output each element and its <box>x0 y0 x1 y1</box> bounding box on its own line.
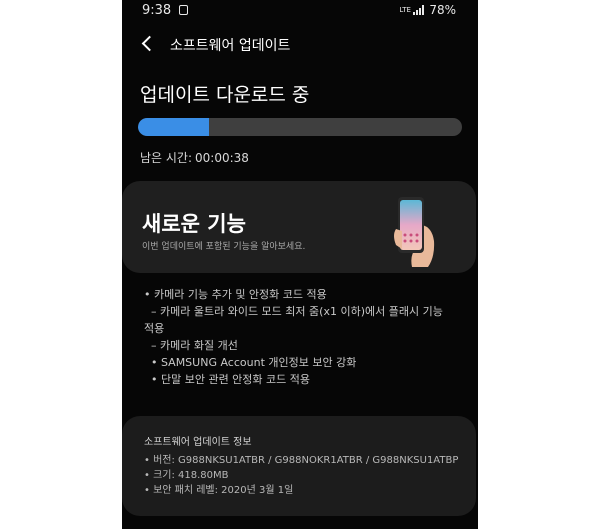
release-notes: • 카메라 기능 추가 및 안정화 코드 적용 – 카메라 울트라 와이드 모드… <box>144 286 464 388</box>
remaining-time: 남은 시간: 00:00:38 <box>140 149 252 166</box>
back-button[interactable] <box>140 34 156 54</box>
download-progress-fill <box>138 118 210 136</box>
software-size: • 크기: 418.80MB <box>144 470 229 481</box>
software-info-title: 소프트웨어 업데이트 정보 <box>144 437 252 448</box>
software-info-card: 소프트웨어 업데이트 정보 • 버전: G988NKSU1ATBR / G988… <box>122 416 476 516</box>
new-features-title: 새로운 기능 <box>142 212 246 236</box>
phone-in-hand-icon <box>394 197 435 267</box>
status-bar: 9:38 LTE 78% <box>122 0 478 22</box>
download-progress-bar <box>138 118 462 136</box>
notification-icon <box>179 5 188 15</box>
software-version: • 버전: G988NKSU1ATBR / G988NOKR1ATBR / G9… <box>144 455 459 466</box>
phone-screen: 9:38 LTE 78% 소프트웨어 업데이트 업데이트 다운로드 중 남은 시… <box>122 0 478 529</box>
app-bar: 소프트웨어 업데이트 <box>122 30 478 60</box>
security-patch-level: • 보안 패치 레벨: 2020년 3월 1일 <box>144 485 294 496</box>
release-note-item: • 카메라 기능 추가 및 안정화 코드 적용 <box>144 288 327 301</box>
status-indicators: LTE 78% <box>399 3 456 17</box>
status-time: 9:38 <box>142 3 172 18</box>
release-note-item: – 카메라 화질 개선 <box>144 339 238 352</box>
release-note-item: 적용 <box>144 322 165 335</box>
page-title: 소프트웨어 업데이트 <box>170 38 291 54</box>
release-note-item: • 단말 보안 관련 안정화 코드 적용 <box>144 373 311 386</box>
release-note-item: • SAMSUNG Account 개인정보 보안 강화 <box>144 356 357 369</box>
battery-level: 78% <box>429 3 456 17</box>
remaining-time-label: 남은 시간: <box>140 151 193 165</box>
download-title: 업데이트 다운로드 중 <box>140 84 310 106</box>
remaining-time-value: 00:00:38 <box>195 151 249 165</box>
software-info-list: • 버전: G988NKSU1ATBR / G988NOKR1ATBR / G9… <box>144 453 458 498</box>
network-type: LTE <box>399 5 411 14</box>
release-note-item: – 카메라 울트라 와이드 모드 최저 줌(x1 이하)에서 플래시 기능 <box>144 305 443 318</box>
signal-icon <box>413 5 425 15</box>
new-features-description: 이번 업데이트에 포함된 기능을 알아보세요. <box>142 242 306 252</box>
new-features-card[interactable]: 새로운 기능 이번 업데이트에 포함된 기능을 알아보세요. <box>122 181 476 273</box>
